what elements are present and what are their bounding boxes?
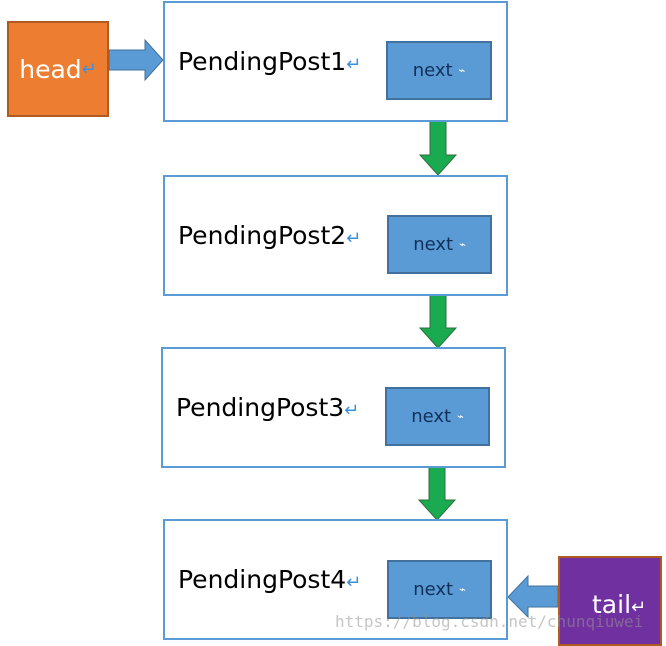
node-label: PendingPost2 [178,221,347,250]
next-label: next [411,406,452,427]
return-icon: ⌁ [457,410,464,423]
node-label: PendingPost4 [178,565,347,594]
return-icon: ↵ [346,54,362,75]
watermark: https://blog.csdn.net/chunqiuwei [335,612,644,631]
return-icon: ⌁ [458,64,466,77]
next-field-1: next ⌁ [386,41,492,100]
next-field-4: next ⌁ [387,560,492,619]
head-arrow [108,38,164,82]
return-icon: ↵ [344,400,360,421]
return-icon: ⌁ [459,238,466,251]
node-label: PendingPost1 [178,47,347,76]
next-field-2: next ⌁ [387,215,492,274]
node-label: PendingPost3 [176,393,345,422]
return-icon: ↵ [346,572,362,593]
return-icon: ↵ [81,58,97,80]
return-icon: ⌁ [459,583,466,596]
return-icon: ↵ [346,228,362,249]
tail-box: tail↵ [558,556,662,646]
next-label: next [413,579,454,600]
tail-arrow [507,574,559,619]
head-label: head [19,54,82,84]
head-box: head ↵ [7,21,109,117]
next-label: next [413,234,454,255]
next-field-3: next ⌁ [385,387,490,446]
next-label: next [412,60,453,81]
